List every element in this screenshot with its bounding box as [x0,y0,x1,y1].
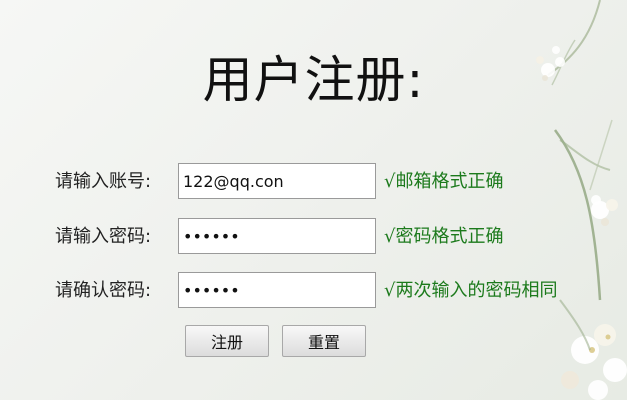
confirm-valid-message: √两次输入的密码相同 [384,280,558,301]
register-button[interactable]: 注册 [185,325,269,357]
account-input[interactable] [178,163,376,199]
password-label: 请输入密码: [55,226,152,247]
reset-button[interactable]: 重置 [282,325,366,357]
confirm-label: 请确认密码: [55,280,152,301]
password-valid-message: √密码格式正确 [384,226,504,247]
account-label: 请输入账号: [55,171,152,192]
password-input[interactable] [178,218,376,254]
confirm-password-input[interactable] [178,272,376,308]
page-title: 用户注册: [202,51,425,109]
account-valid-message: √邮箱格式正确 [384,171,504,192]
